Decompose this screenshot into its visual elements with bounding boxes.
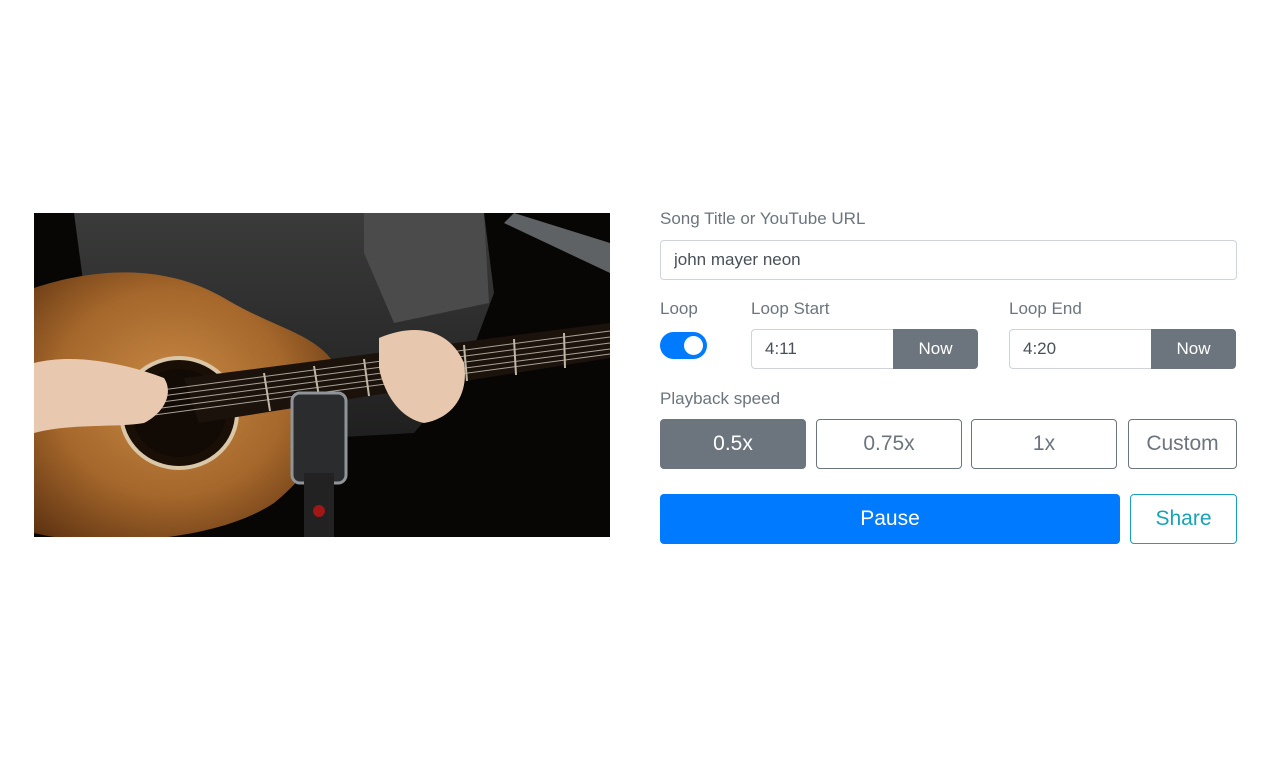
loop-end-label: Loop End bbox=[1009, 299, 1082, 318]
loop-start-label: Loop Start bbox=[751, 299, 830, 318]
pause-button[interactable]: Pause bbox=[660, 494, 1120, 544]
loop-end-group: Now bbox=[1009, 329, 1236, 369]
speed-1x-button[interactable]: 1x bbox=[971, 419, 1117, 469]
loop-start-now-button[interactable]: Now bbox=[893, 329, 978, 369]
speed-0.5x-button[interactable]: 0.5x bbox=[660, 419, 806, 469]
song-search-input[interactable] bbox=[660, 240, 1237, 280]
loop-start-input[interactable] bbox=[751, 329, 893, 369]
playback-speed-label: Playback speed bbox=[660, 389, 781, 408]
controls-panel: Song Title or YouTube URL Loop Loop Star… bbox=[660, 205, 1237, 544]
video-frame-image bbox=[34, 213, 610, 537]
loop-toggle[interactable] bbox=[660, 332, 707, 359]
loop-end-input[interactable] bbox=[1009, 329, 1151, 369]
loop-end-now-button[interactable]: Now bbox=[1151, 329, 1236, 369]
video-player[interactable] bbox=[34, 213, 610, 537]
loop-label: Loop bbox=[660, 299, 698, 318]
loop-toggle-knob bbox=[684, 336, 703, 355]
share-button[interactable]: Share bbox=[1130, 494, 1237, 544]
speed-0.75x-button[interactable]: 0.75x bbox=[816, 419, 962, 469]
song-search-label: Song Title or YouTube URL bbox=[660, 209, 866, 228]
speed-custom-button[interactable]: Custom bbox=[1128, 419, 1237, 469]
loop-start-group: Now bbox=[751, 329, 978, 369]
